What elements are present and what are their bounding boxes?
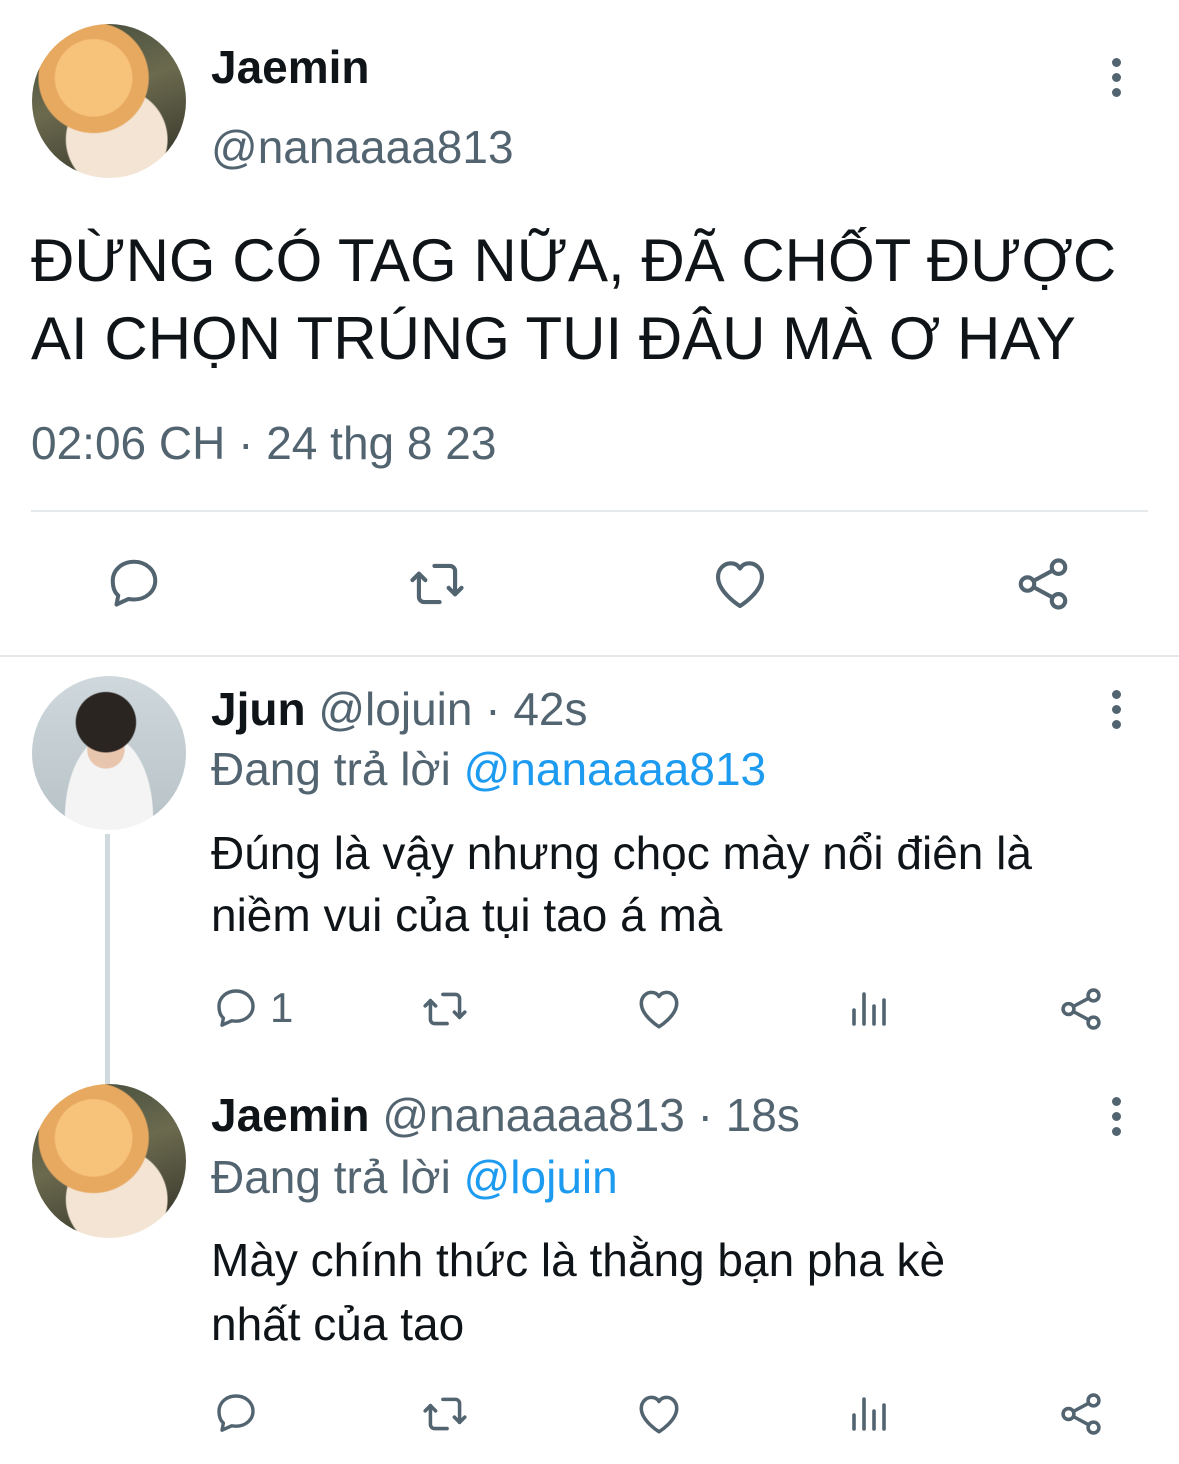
reply-text-line: niềm vui của tụi tao á mà (211, 889, 723, 941)
main-author-avatar[interactable] (32, 24, 186, 178)
replying-to: Đang trả lời @lojuin (211, 1150, 618, 1204)
reply-author-name[interactable]: Jaemin (211, 1089, 370, 1141)
reply-text-line: Mày chính thức là thằng bạn pha kè (211, 1234, 946, 1286)
more-vertical-icon (1111, 58, 1121, 67)
reply-time[interactable]: · 18s (698, 1089, 800, 1141)
heart-icon (639, 1395, 679, 1434)
replying-to: Đang trả lời @nanaaaa813 (211, 742, 766, 796)
replying-label: Đang trả lời (211, 743, 451, 795)
views-button[interactable] (846, 984, 894, 1032)
reply-button[interactable] (104, 553, 164, 613)
heart-icon (715, 561, 765, 609)
divider (0, 655, 1179, 657)
share-icon (1061, 1393, 1101, 1435)
share-button[interactable] (1012, 553, 1074, 615)
reply-author-handle[interactable]: @nanaaaa813 (382, 1089, 685, 1141)
share-icon (1061, 988, 1101, 1030)
main-author-name[interactable]: Jaemin (211, 40, 370, 94)
reply-header: Jjun @lojuin · 42s (211, 682, 588, 736)
replying-to-handle[interactable]: @lojuin (464, 1151, 618, 1203)
views-button[interactable] (846, 1389, 894, 1437)
reply-author-handle[interactable]: @lojuin (318, 683, 472, 735)
replying-to-handle[interactable]: @nanaaaa813 (464, 743, 767, 795)
reply-icon (110, 559, 158, 607)
reply-author-name[interactable]: Jjun (211, 683, 306, 735)
reply-text-line: nhất của tao (211, 1298, 465, 1350)
reply-text: Đúng là vậy nhưng chọc mày nổi điên là n… (211, 822, 1032, 946)
heart-icon (639, 990, 679, 1029)
main-tweet-text-line: AI CHỌN TRÚNG TUI ĐÂU MÀ Ơ HAY (31, 305, 1076, 372)
main-tweet-timestamp[interactable]: 02:06 CH · 24 thg 8 23 (31, 416, 496, 470)
retweet-icon (423, 992, 467, 1026)
views-icon (852, 992, 886, 1026)
retweet-icon (423, 1397, 467, 1431)
share-button[interactable] (1056, 1389, 1106, 1439)
share-button[interactable] (1056, 984, 1106, 1034)
thread-line (105, 834, 110, 1084)
reply-button[interactable] (212, 1389, 260, 1437)
retweet-button[interactable] (420, 1389, 470, 1439)
like-button[interactable] (634, 1389, 684, 1439)
reply-text: Mày chính thức là thằng bạn pha kè nhất … (211, 1228, 945, 1356)
like-button[interactable] (634, 984, 684, 1034)
like-button[interactable] (708, 553, 772, 615)
reply-more-button[interactable] (1104, 1097, 1128, 1137)
views-icon (852, 1397, 886, 1431)
reply-icon (217, 989, 255, 1027)
retweet-icon (410, 563, 464, 605)
divider (31, 510, 1148, 512)
reply-icon (217, 1394, 255, 1432)
reply-more-button[interactable] (1104, 690, 1128, 730)
reply-count: 1 (270, 984, 294, 1031)
share-icon (1018, 558, 1068, 610)
more-vertical-icon (1111, 1097, 1121, 1106)
retweet-button[interactable] (406, 553, 468, 615)
reply-author-avatar[interactable] (32, 1084, 186, 1238)
main-more-button[interactable] (1104, 58, 1128, 98)
main-tweet-text-line: ĐỪNG CÓ TAG NỮA, ĐÃ CHỐT ĐƯỢC (31, 227, 1117, 294)
more-vertical-icon (1111, 690, 1121, 699)
reply-text-line: Đúng là vậy nhưng chọc mày nổi điên là (211, 827, 1032, 879)
retweet-button[interactable] (420, 984, 470, 1034)
reply-author-avatar[interactable] (32, 676, 186, 830)
main-tweet-text: ĐỪNG CÓ TAG NỮA, ĐÃ CHỐT ĐƯỢC AI CHỌN TR… (31, 222, 1116, 378)
replying-label: Đang trả lời (211, 1151, 451, 1203)
reply-time[interactable]: · 42s (485, 683, 587, 735)
reply-button[interactable] (212, 984, 260, 1032)
reply-header: Jaemin @nanaaaa813 · 18s (211, 1088, 800, 1142)
main-author-handle[interactable]: @nanaaaa813 (211, 120, 514, 174)
